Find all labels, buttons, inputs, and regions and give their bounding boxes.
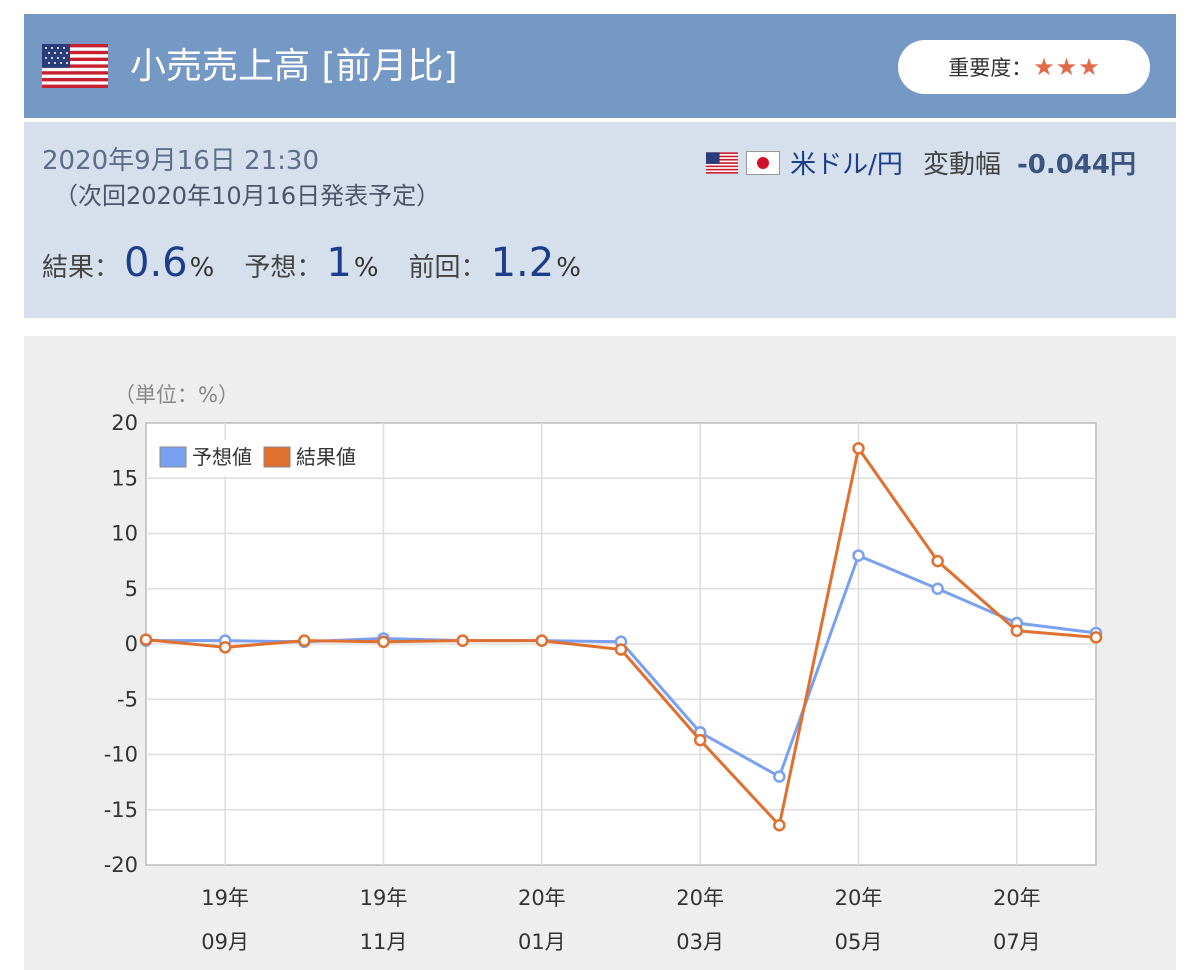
- data-point: [298, 634, 311, 647]
- x-tick-month: 05月: [835, 930, 883, 954]
- y-tick-label: 20: [111, 411, 138, 435]
- forecast-label: 予想：: [244, 253, 323, 283]
- y-tick-label: 10: [111, 522, 138, 546]
- unit-label: （単位：%）: [114, 383, 239, 407]
- indicator-info-panel: 2020年9月16日 21:30 （次回2020年10月16日発表予定） 米ドル…: [24, 122, 1176, 318]
- y-tick-label: -20: [104, 853, 138, 877]
- x-tick-month: 07月: [993, 930, 1041, 954]
- data-point: [1089, 631, 1103, 644]
- previous-label: 前回：: [408, 253, 487, 283]
- data-point: [931, 582, 944, 595]
- currency-pair-box: 米ドル/円 変動幅 -0.044円: [706, 144, 1136, 181]
- data-point: [456, 634, 469, 647]
- chart-panel: （単位：%） 20 15 10 5 0 -5 -10 -15 -20 19年 09月 19年 11月 2…: [24, 336, 1176, 970]
- data-point: [377, 635, 390, 649]
- y-tick-label: -10: [104, 743, 138, 767]
- data-point: [614, 643, 628, 656]
- x-tick-month: 11月: [360, 930, 408, 954]
- data-point: [218, 641, 232, 654]
- data-point: [852, 442, 865, 455]
- importance-badge: 重要度： ★ ★ ★: [898, 40, 1150, 94]
- x-tick-year: 19年: [360, 886, 408, 910]
- legend-swatch-2: [263, 446, 291, 468]
- x-tick-month: 09月: [201, 930, 249, 954]
- release-datetime: 2020年9月16日 21:30: [42, 146, 319, 176]
- y-tick-label: -15: [104, 798, 138, 822]
- next-release: （次回2020年10月16日発表予定）: [54, 182, 441, 210]
- y-tick-label: 5: [125, 577, 138, 601]
- us-flag-icon: [42, 44, 108, 88]
- previous-value: 1.2: [490, 240, 555, 286]
- forecast-unit: %: [353, 253, 379, 283]
- data-point: [1010, 624, 1024, 637]
- star-icon: ★: [1033, 53, 1055, 81]
- x-tick-year: 20年: [993, 886, 1041, 910]
- page-title: 小売売上高 [前月比]: [130, 46, 458, 87]
- star-icon: ★: [1055, 53, 1078, 81]
- legend: 予想値 結果値: [152, 440, 364, 476]
- y-tick-label: 0: [125, 632, 138, 656]
- line-chart: （単位：%） 20 15 10 5 0 -5 -10 -15 -20 19年 09月 19年 11月 2…: [104, 383, 1103, 954]
- data-point: [852, 549, 865, 562]
- x-tick-year: 20年: [835, 886, 883, 910]
- currency-pair-link[interactable]: 米ドル/円: [790, 144, 903, 181]
- x-tick-year: 20年: [518, 886, 566, 910]
- us-flag-icon: [706, 151, 739, 174]
- range-label: 変動幅: [922, 150, 1001, 180]
- jp-flag-icon: [746, 150, 781, 175]
- data-point: [535, 634, 549, 647]
- results-row: 結果： 0.6 % 予想： 1 % 前回： 1.2 %: [42, 240, 611, 286]
- x-tick-month: 01月: [518, 930, 566, 954]
- result-value: 0.6: [124, 240, 188, 286]
- x-axis: 19年 09月 19年 11月 20年 01月 20年 03月 20年 05月 20年 07月: [201, 886, 1040, 954]
- data-point: [773, 770, 786, 783]
- star-icon: ★: [1078, 53, 1100, 81]
- previous-unit: %: [556, 253, 581, 283]
- result-unit: %: [189, 253, 215, 283]
- result-label: 結果：: [42, 253, 121, 283]
- x-tick-year: 19年: [201, 886, 249, 910]
- data-point: [931, 554, 944, 568]
- range-value: -0.044円: [1016, 150, 1136, 180]
- importance-label: 重要度：: [948, 56, 1033, 80]
- y-axis: 20 15 10 5 0 -5 -10 -15 -20: [104, 411, 138, 877]
- y-tick-label: 15: [111, 466, 138, 490]
- legend-swatch-1: [159, 446, 187, 468]
- x-tick-month: 03月: [676, 930, 724, 954]
- legend-label-2: 結果値: [296, 445, 356, 469]
- data-point: [693, 733, 707, 747]
- y-tick-label: -5: [117, 687, 138, 711]
- data-point: [773, 818, 786, 832]
- x-tick-year: 20年: [676, 886, 724, 910]
- legend-label-1: 予想値: [192, 445, 252, 469]
- forecast-value: 1: [326, 240, 352, 286]
- data-point: [139, 633, 153, 646]
- header-bar: 小売売上高 [前月比] 重要度： ★ ★ ★: [24, 14, 1176, 118]
